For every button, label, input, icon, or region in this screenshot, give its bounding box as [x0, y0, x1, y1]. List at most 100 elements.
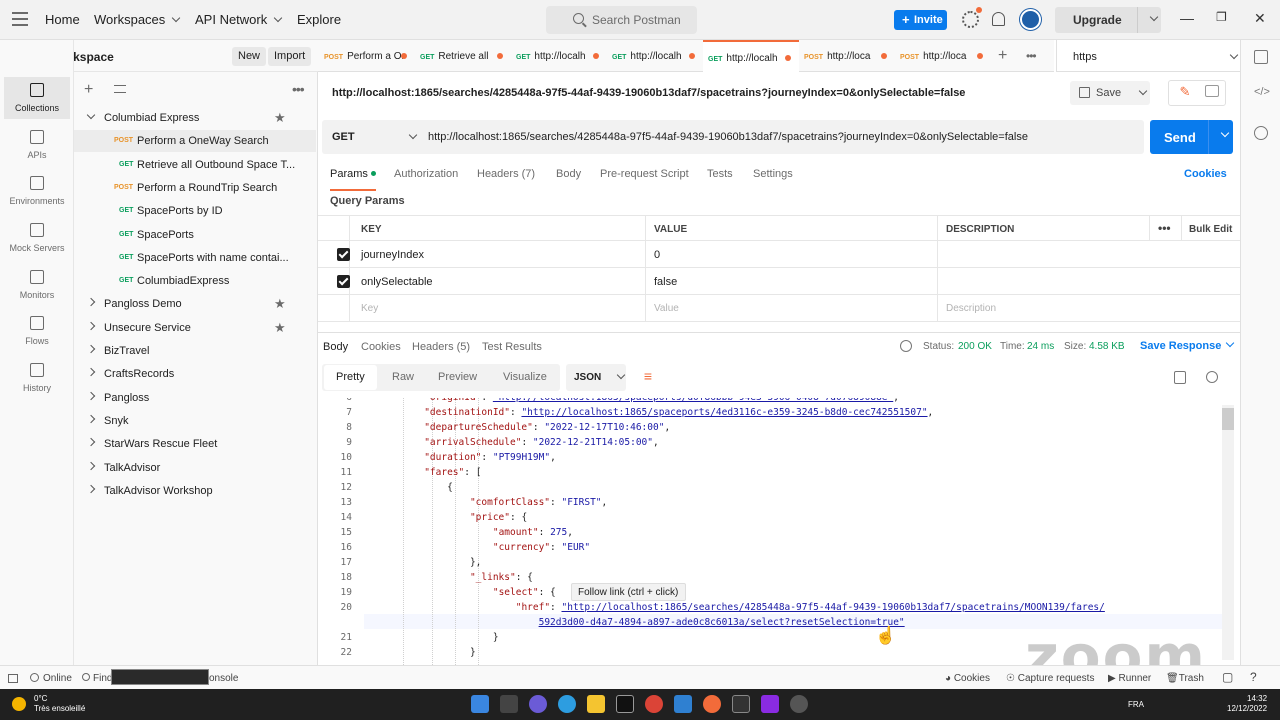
- param-value[interactable]: false: [646, 268, 938, 294]
- search-input[interactable]: Search Postman: [546, 6, 697, 34]
- teams-icon[interactable]: [529, 695, 547, 713]
- import-button[interactable]: Import: [268, 47, 312, 66]
- new-tab-icon[interactable]: +: [998, 47, 1007, 65]
- star-icon[interactable]: ★: [274, 110, 286, 126]
- environment-select[interactable]: https: [1056, 40, 1240, 72]
- runner-button[interactable]: ▶ Runner: [1108, 673, 1151, 684]
- response-tab-cookies[interactable]: Cookies: [361, 341, 401, 353]
- request-item[interactable]: POST Perform a OneWay Search: [74, 130, 316, 153]
- tab-tests[interactable]: Tests: [707, 168, 733, 180]
- sidebar-item-flows[interactable]: Flows: [4, 310, 70, 352]
- workspace-settings-icon[interactable]: [1254, 50, 1268, 64]
- find-button[interactable]: Find: [82, 673, 112, 684]
- format-pretty[interactable]: Pretty: [324, 365, 377, 390]
- collection-item[interactable]: Unsecure Service ★: [74, 317, 316, 339]
- upgrade-button[interactable]: Upgrade: [1055, 7, 1161, 33]
- sidebar-toggle-icon[interactable]: [8, 674, 18, 683]
- code-icon[interactable]: </>: [1254, 86, 1270, 100]
- chevron-right-icon[interactable]: [86, 391, 96, 400]
- request-item[interactable]: GET SpacePorts by ID: [74, 200, 316, 222]
- chevron-right-icon[interactable]: [86, 344, 96, 354]
- key-placeholder[interactable]: Key: [350, 295, 646, 321]
- save-button[interactable]: Save: [1070, 81, 1150, 105]
- app-icon[interactable]: [790, 695, 808, 713]
- language-select[interactable]: JSON: [566, 364, 626, 391]
- tab-pre-request-script[interactable]: Pre-request Script: [600, 168, 689, 180]
- clock[interactable]: 14:32 12/12/2022: [1227, 694, 1267, 714]
- tab-settings[interactable]: Settings: [753, 168, 793, 180]
- postman-icon[interactable]: [703, 695, 721, 713]
- tab-request[interactable]: GET http://localh: [511, 40, 607, 72]
- request-item[interactable]: GET Retrieve all Outbound Space T...: [74, 154, 316, 176]
- bell-icon[interactable]: [992, 12, 1005, 26]
- language-indicator[interactable]: FRA: [1128, 700, 1144, 709]
- chrome-icon[interactable]: [645, 695, 663, 713]
- response-tab-test-results[interactable]: Test Results: [482, 341, 542, 353]
- nav-api-network[interactable]: API Network: [195, 12, 283, 27]
- chevron-right-icon[interactable]: [86, 414, 96, 424]
- slack-icon[interactable]: [558, 695, 576, 713]
- param-description[interactable]: [938, 268, 1240, 294]
- vscode-icon[interactable]: [674, 695, 692, 713]
- menu-icon[interactable]: [12, 12, 28, 26]
- format-visualize[interactable]: Visualize: [503, 371, 547, 383]
- param-checkbox[interactable]: [337, 248, 350, 261]
- tab-headers[interactable]: Headers (7): [477, 168, 535, 180]
- param-key[interactable]: journeyIndex: [350, 241, 646, 267]
- cookies-link[interactable]: Cookies: [1184, 168, 1227, 180]
- online-status[interactable]: Online: [30, 673, 72, 684]
- chevron-right-icon[interactable]: [86, 437, 96, 447]
- search-icon[interactable]: [1206, 371, 1218, 383]
- sidebar-item-monitors[interactable]: Monitors: [4, 264, 70, 306]
- cookies-button[interactable]: ◕ Cookies: [945, 673, 990, 684]
- more-icon[interactable]: •••: [292, 81, 305, 97]
- minimize-icon[interactable]: —: [1180, 10, 1194, 26]
- task-view-icon[interactable]: [500, 695, 518, 713]
- wrap-lines-icon[interactable]: ≡: [634, 364, 662, 391]
- collection-item[interactable]: CraftsRecords: [74, 363, 316, 385]
- format-raw[interactable]: Raw: [392, 371, 414, 383]
- collection-item[interactable]: BizTravel: [74, 340, 316, 362]
- sidebar-item-history[interactable]: History: [4, 357, 70, 399]
- add-icon[interactable]: +: [84, 81, 93, 99]
- settings-icon[interactable]: [962, 7, 982, 28]
- close-icon[interactable]: ✕: [1254, 10, 1266, 27]
- help-icon[interactable]: ?: [1250, 670, 1257, 684]
- console-button[interactable]: onsole: [209, 673, 238, 684]
- sidebar-item-mock-servers[interactable]: Mock Servers: [4, 217, 70, 259]
- nav-workspaces[interactable]: Workspaces: [94, 12, 181, 27]
- method-select[interactable]: GET: [332, 130, 418, 143]
- param-value[interactable]: 0: [646, 241, 938, 267]
- tab-request[interactable]: GET Retrieve all: [415, 40, 511, 72]
- param-description[interactable]: [938, 241, 1240, 267]
- nav-home[interactable]: Home: [45, 12, 80, 27]
- chevron-down-icon[interactable]: [86, 110, 96, 120]
- console-app-icon[interactable]: [732, 695, 750, 713]
- collection-item[interactable]: Pangloss Demo ★: [74, 293, 316, 315]
- capture-requests-button[interactable]: ☉ Capture requests: [1006, 673, 1094, 684]
- star-icon[interactable]: ★: [274, 296, 286, 312]
- chevron-right-icon[interactable]: [86, 298, 96, 307]
- new-button[interactable]: New: [232, 47, 267, 66]
- intellij-icon[interactable]: [761, 695, 779, 713]
- request-item[interactable]: GET ColumbiadExpress: [74, 270, 316, 292]
- avatar[interactable]: [1020, 9, 1041, 30]
- chevron-down-icon[interactable]: [1149, 12, 1159, 22]
- globe-icon[interactable]: [900, 340, 912, 352]
- tab-request[interactable]: GET http://localh: [607, 40, 703, 72]
- send-button[interactable]: Send: [1150, 120, 1233, 154]
- terminal-icon[interactable]: [616, 695, 634, 713]
- description-placeholder[interactable]: Description: [938, 295, 1240, 321]
- more-icon[interactable]: •••: [1150, 216, 1182, 240]
- maximize-icon[interactable]: ❐: [1216, 10, 1227, 24]
- nav-explore[interactable]: Explore: [297, 12, 341, 27]
- tab-body[interactable]: Body: [556, 168, 581, 180]
- collection-item[interactable]: Columbiad Express ★: [74, 107, 316, 129]
- param-key[interactable]: onlySelectable: [350, 268, 646, 294]
- start-icon[interactable]: [471, 695, 489, 713]
- sidebar-item-environments[interactable]: Environments: [4, 170, 70, 212]
- tab-request[interactable]: POST Perform a Or: [319, 40, 415, 72]
- sidebar-item-apis[interactable]: APIs: [4, 124, 70, 166]
- chevron-right-icon[interactable]: [86, 321, 96, 330]
- pencil-icon[interactable]: ✎: [1173, 84, 1197, 102]
